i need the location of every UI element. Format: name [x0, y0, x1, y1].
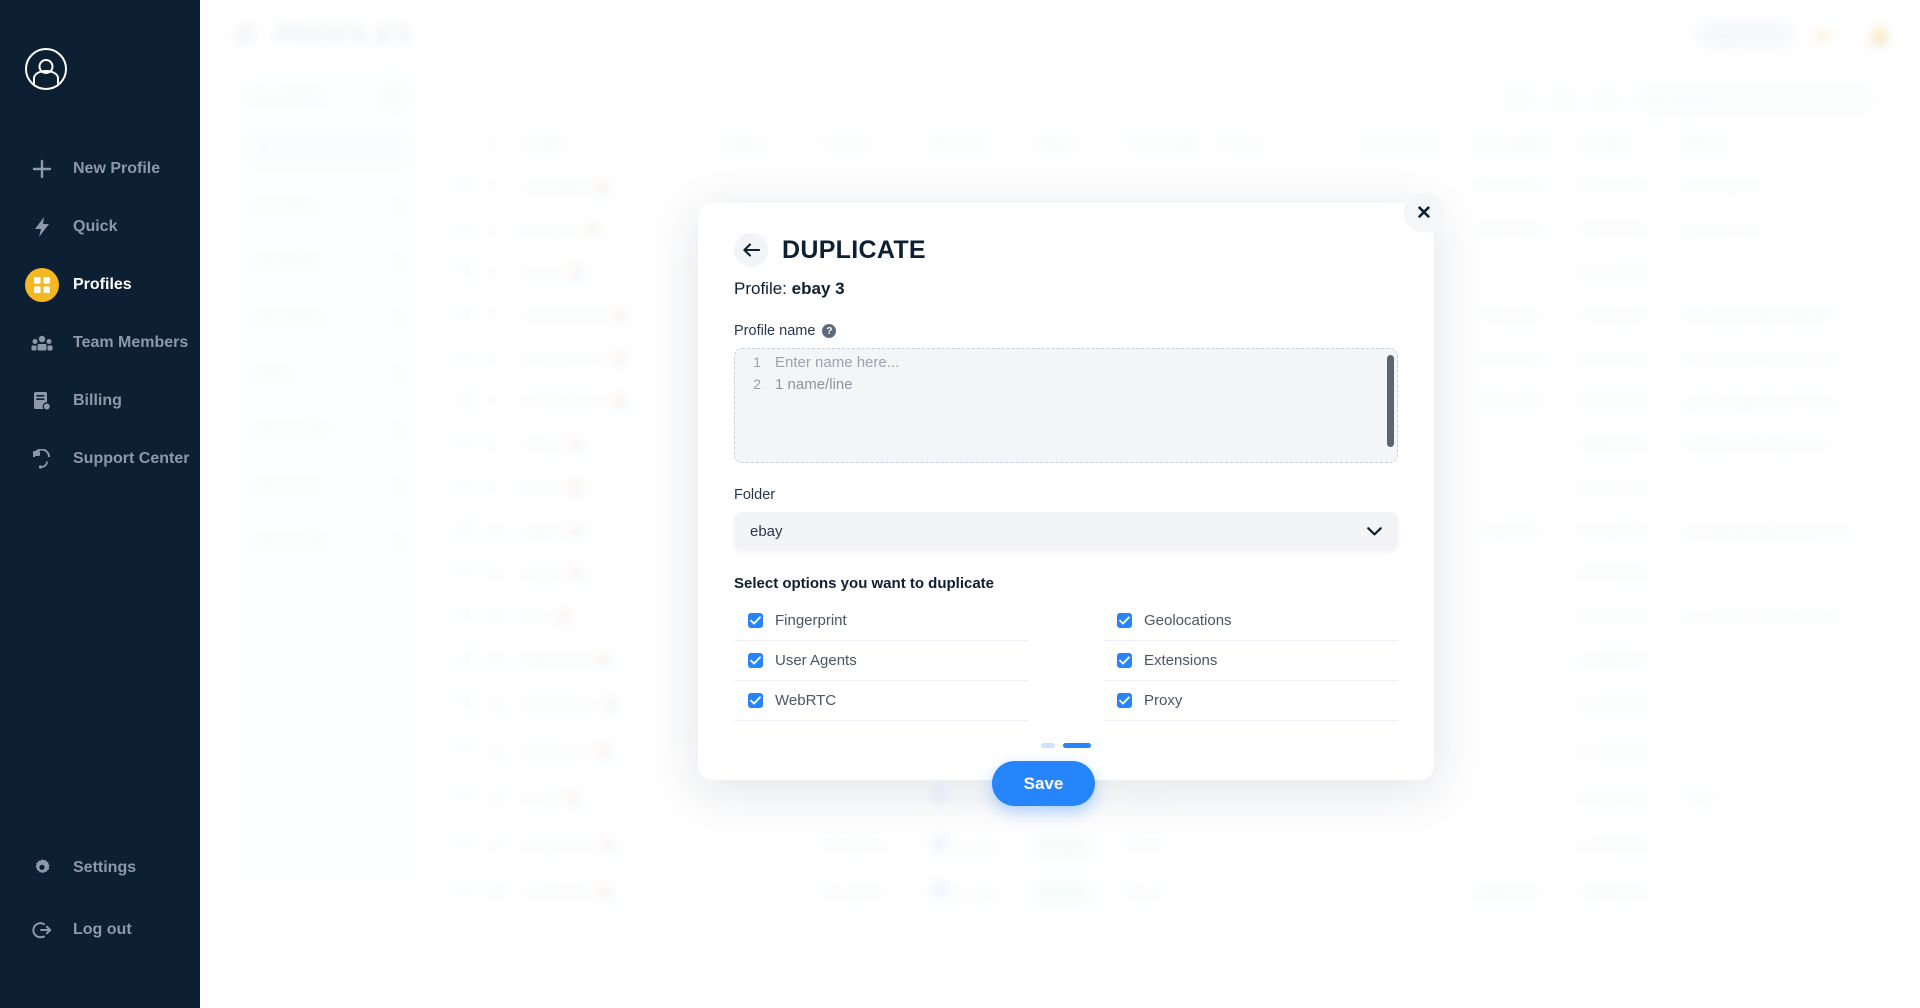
name-line: 1 Enter name here... [735, 349, 1397, 371]
profile-name-label-row: Profile name ? [734, 323, 1398, 339]
folder-select[interactable]: ebay [734, 512, 1398, 550]
option-row-geolocations[interactable]: Geolocations [1103, 601, 1398, 641]
name-placeholder: Enter name here... [775, 354, 900, 371]
line-number: 1 [753, 354, 761, 370]
checkbox-checked-icon[interactable] [748, 653, 763, 668]
checkbox-checked-icon[interactable] [748, 613, 763, 628]
option-row-proxy[interactable]: Proxy [1103, 681, 1398, 721]
save-button[interactable]: Save [992, 761, 1095, 806]
checkbox-checked-icon[interactable] [748, 693, 763, 708]
question-mark-icon[interactable]: ? [822, 324, 837, 338]
folder-label-row: Folder [734, 487, 1398, 503]
option-label: Geolocations [1144, 612, 1232, 629]
modal-title: DUPLICATE [782, 235, 926, 264]
option-label: WebRTC [775, 692, 837, 709]
duplicate-modal-overlay: ✕ DUPLICATE Profile: ebay 3 Profile name… [0, 0, 1920, 1008]
option-row-extensions[interactable]: Extensions [1103, 641, 1398, 681]
profile-prefix: Profile: [734, 279, 787, 298]
name-line: 2 1 name/line [735, 371, 1397, 393]
options-column-left: Fingerprint User Agents WebRTC [734, 601, 1029, 721]
folder-select-value: ebay [750, 522, 783, 540]
name-hint: 1 name/line [775, 376, 853, 393]
modal-header: DUPLICATE [734, 233, 1398, 267]
close-icon[interactable]: ✕ [1404, 193, 1444, 233]
options-title: Select options you want to duplicate [734, 575, 995, 592]
checkbox-checked-icon[interactable] [1117, 613, 1132, 628]
options-column-right: Geolocations Extensions Proxy [1103, 601, 1398, 721]
pagination-dots [734, 743, 1398, 748]
duplicate-modal: ✕ DUPLICATE Profile: ebay 3 Profile name… [698, 193, 1444, 780]
option-label: User Agents [775, 652, 857, 669]
profile-name-value: ebay 3 [791, 279, 845, 298]
option-label: Extensions [1144, 652, 1218, 669]
modal-subtitle: Profile: ebay 3 [734, 279, 1398, 299]
options-grid: Fingerprint User Agents WebRTC Geolocation… [734, 601, 1398, 721]
profile-name-label: Profile name [734, 323, 816, 339]
checkbox-checked-icon[interactable] [1117, 653, 1132, 668]
arrow-left-icon[interactable] [734, 233, 768, 267]
folder-label: Folder [734, 487, 776, 503]
chevron-down-icon [1367, 523, 1382, 540]
option-row-user-agents[interactable]: User Agents [734, 641, 1029, 681]
line-number: 2 [753, 376, 761, 392]
profile-name-input[interactable]: 1 Enter name here... 2 1 name/line [734, 348, 1398, 463]
option-label: Fingerprint [775, 612, 847, 629]
option-row-webrtc[interactable]: WebRTC [734, 681, 1029, 721]
pagination-dot-2[interactable] [1063, 743, 1091, 748]
option-row-fingerprint[interactable]: Fingerprint [734, 601, 1029, 641]
option-label: Proxy [1144, 692, 1183, 709]
textarea-scrollbar[interactable] [1387, 355, 1394, 447]
checkbox-checked-icon[interactable] [1117, 693, 1132, 708]
pagination-dot-1[interactable] [1041, 743, 1055, 748]
